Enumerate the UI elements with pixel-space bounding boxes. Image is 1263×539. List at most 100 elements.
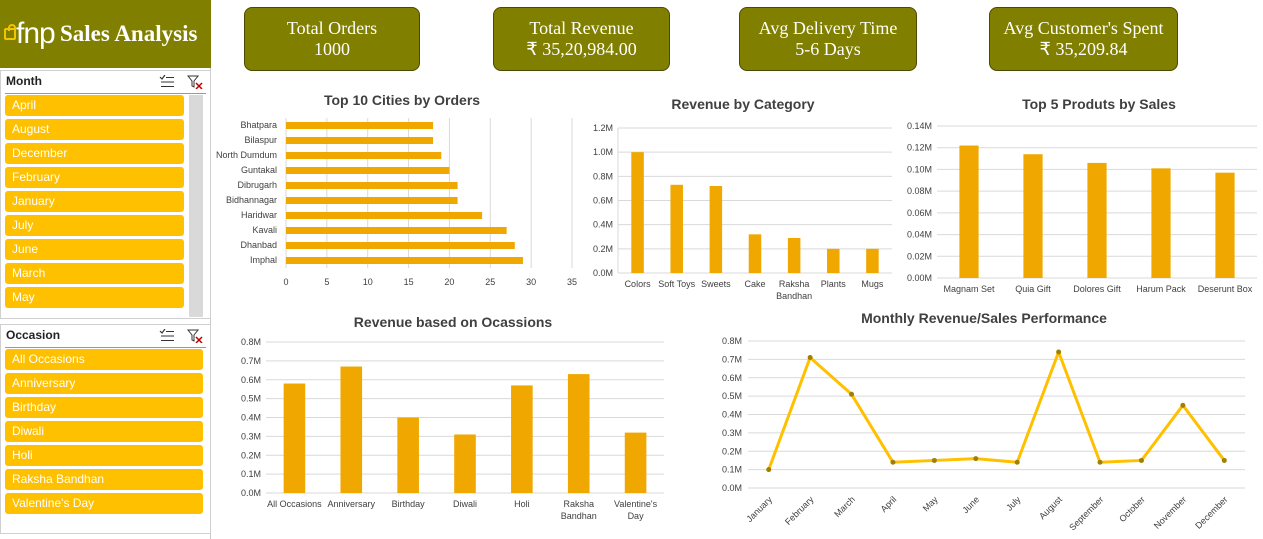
chart-title-cities: Top 10 Cities by Orders [323,92,481,108]
y-category-label: North Dumdum [216,150,277,160]
x-category-label: Raksha Bandhan [561,499,597,521]
occasion-slicer-title: Occasion [6,328,61,342]
y-tick-label: 0.6M [722,373,742,383]
occasion-item-diwali[interactable]: Diwali [5,421,203,442]
data-point [931,457,937,463]
kpi-value: 1000 [314,39,350,59]
chart-title-products: Top 5 Produts by Sales [1022,96,1176,112]
category-bar-chart: 0.0M 0.2M 0.4M 0.6M 0.8M 1.0M 1.2M Colors Soft T… [593,123,892,300]
y-tick-label: 0.3M [722,428,742,438]
data-point [1180,402,1186,408]
occasion-item-anniversary[interactable]: Anniversary [5,373,203,394]
y-tick-label: 0.7M [722,354,742,364]
occasion-item-raksha-bandhan[interactable]: Raksha Bandhan [5,469,203,490]
x-category-label: Holi [514,499,530,509]
month-item-august[interactable]: August [5,119,184,140]
kpi-label: Total Orders [286,18,378,38]
bar [283,383,306,493]
x-category-label: April [879,494,899,514]
occasion-item-valentine-s-day[interactable]: Valentine's Day [5,493,203,514]
bar [959,145,979,278]
y-tick-label: 0.08M [907,186,932,196]
x-category-label: Deserunt Box [1198,284,1253,294]
bar [1151,168,1171,278]
data-point [807,355,813,361]
clear-filter-icon[interactable] [187,329,203,343]
y-tick-label: 0.04M [907,230,932,240]
x-category-label: Quia Gift [1015,284,1051,294]
bar [286,137,434,144]
month-slicer-title: Month [6,74,42,88]
x-tick-label: 10 [363,277,373,287]
month-item-january[interactable]: January [5,191,184,212]
y-tick-label: 0.5M [241,394,261,404]
gift-bag-icon [4,24,16,40]
month-item-march[interactable]: March [5,263,184,284]
month-slicer-scrollbar[interactable] [189,95,203,317]
y-category-label: Imphal [250,255,277,265]
y-tick-label: 0.14M [907,121,932,131]
y-category-label: Bidhannagar [226,195,277,205]
app-title: Sales Analysis [60,21,198,46]
y-tick-label: 0.2M [241,450,261,460]
y-tick-label: 0.4M [593,220,613,230]
x-category-label: March [832,494,857,519]
x-category-label: December [1193,494,1229,530]
y-tick-label: 0.10M [907,164,932,174]
data-point [1097,459,1103,465]
data-point [1014,459,1020,465]
bar [340,366,363,493]
bar [454,434,476,493]
occasion-item-holi[interactable]: Holi [5,445,203,466]
x-category-label: Magnam Set [943,284,995,294]
y-tick-label: 0.12M [907,143,932,153]
y-tick-label: 0.3M [241,431,261,441]
occasion-item-all-occasions[interactable]: All Occasions [5,349,203,370]
month-item-february[interactable]: February [5,167,184,188]
y-tick-label: 0.1M [241,469,261,479]
fnp-logo: fnp [2,16,60,52]
bar [286,152,442,159]
month-item-april[interactable]: April [5,95,184,116]
y-category-label: Bilaspur [244,135,277,145]
sidebar: fnp Sales Analysis Month April August Dece… [0,0,211,539]
x-category-label: Birthday [392,499,426,509]
occasion-slicer: Occasion All Occasions Anniversary Birthda… [0,324,211,534]
x-tick-label: 20 [444,277,454,287]
data-point [890,459,896,465]
y-tick-label: 0.7M [241,356,261,366]
x-category-label: Sweets [701,279,731,289]
y-tick-label: 0.0M [241,488,261,498]
data-point [1221,457,1227,463]
bar [1087,162,1107,278]
x-category-label: Dolores Gift [1073,284,1121,294]
x-tick-label: 25 [485,277,495,287]
y-tick-label: 0.8M [241,337,261,347]
x-category-label: February [783,494,816,527]
multi-select-icon[interactable] [159,329,175,343]
y-tick-label: 0.2M [722,446,742,456]
slicer-divider [5,93,206,94]
bar [567,374,590,493]
occasion-item-birthday[interactable]: Birthday [5,397,203,418]
bar [827,248,840,273]
occasions-bar-chart: 0.0M 0.1M 0.2M 0.3M 0.4M 0.5M 0.6M 0.7M 0.8M All … [241,337,664,521]
x-category-label: August [1037,494,1064,521]
multi-select-icon[interactable] [159,75,175,89]
y-tick-label: 1.0M [593,147,613,157]
month-item-may[interactable]: May [5,287,184,308]
clear-filter-icon[interactable] [187,75,203,89]
y-tick-label: 0.06M [907,208,932,218]
scroll-thumb[interactable] [189,95,203,317]
y-category-label: Guntakal [241,165,277,175]
month-slicer: Month April August December February January… [0,70,211,319]
month-item-june[interactable]: June [5,239,184,260]
month-item-july[interactable]: July [5,215,184,236]
y-tick-label: 0.5M [722,391,742,401]
kpi-avg-delivery-time: Avg Delivery Time 5-6 Days [739,7,917,71]
month-item-december[interactable]: December [5,143,184,164]
data-point [973,456,979,462]
y-tick-label: 0.02M [907,251,932,261]
y-tick-label: 0.00M [907,273,932,283]
x-category-label: Harum Pack [1136,284,1186,294]
